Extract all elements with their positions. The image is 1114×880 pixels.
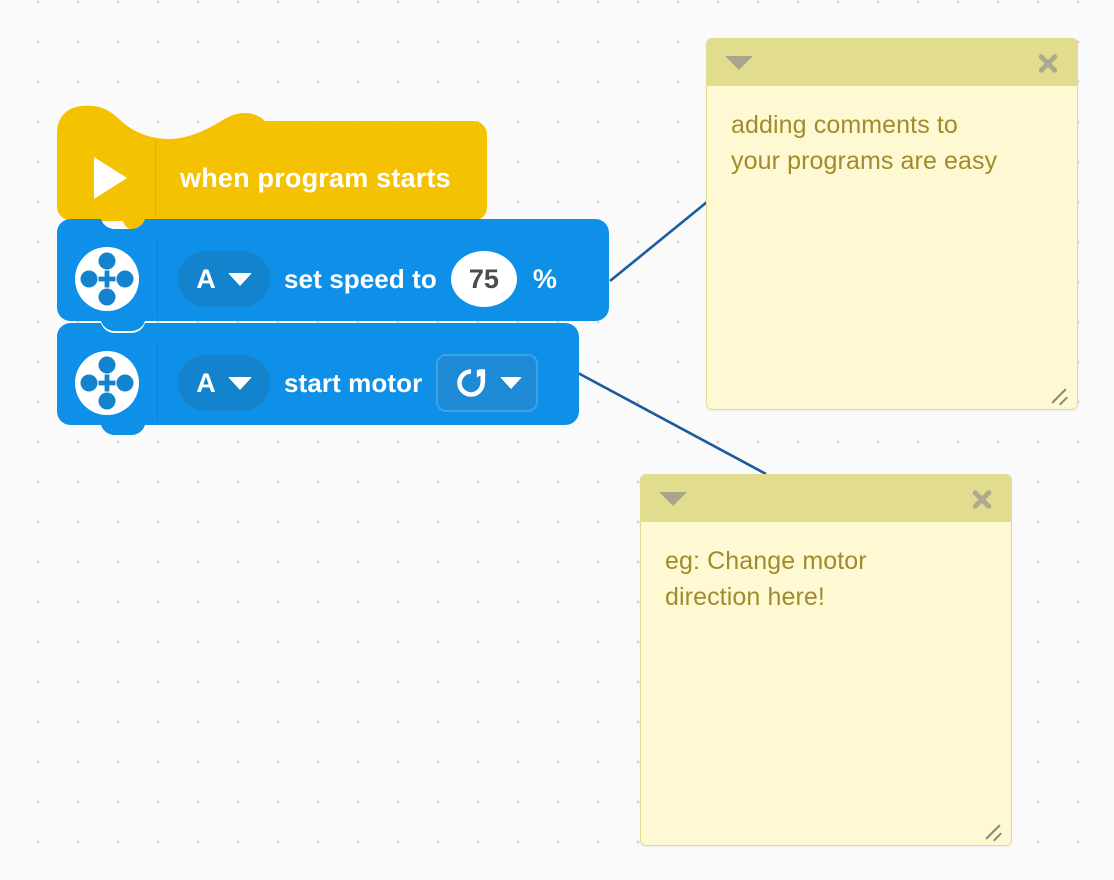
direction-dropdown[interactable] (436, 354, 539, 412)
motor-icon-wrap-start (57, 350, 157, 416)
resize-grip-icon[interactable] (981, 817, 1003, 842)
comment-header[interactable] (641, 475, 1011, 522)
comment-text[interactable]: eg: Change motor direction here! (665, 544, 989, 615)
motor-icon (75, 247, 139, 311)
motor-icon-wrap-speed (57, 246, 157, 312)
comment-body[interactable]: eg: Change motor direction here! (641, 522, 1011, 845)
port-dropdown-speed[interactable]: A (178, 251, 270, 307)
close-icon[interactable] (1035, 50, 1061, 76)
block-divider (155, 139, 156, 217)
speed-value-input[interactable]: 75 (450, 251, 517, 307)
comment-box[interactable]: adding comments to your programs are eas… (706, 38, 1078, 410)
close-icon[interactable] (969, 486, 995, 512)
chevron-down-icon (227, 272, 252, 286)
comment-header[interactable] (707, 39, 1077, 86)
port-dropdown-value: A (196, 263, 216, 294)
block-divider (157, 240, 158, 318)
play-icon (93, 157, 127, 199)
chevron-down-icon[interactable] (659, 491, 687, 506)
motor-icon (75, 351, 139, 415)
block-canvas[interactable]: when program starts A set speed to 75 % … (0, 0, 1114, 880)
start-motor-label: start motor (284, 367, 423, 398)
rotate-clockwise-icon (457, 369, 486, 397)
comment-box[interactable]: eg: Change motor direction here! (640, 474, 1012, 846)
resize-grip-icon[interactable] (1047, 381, 1069, 406)
port-dropdown-motor[interactable]: A (178, 355, 270, 411)
chevron-down-icon (500, 377, 523, 389)
percent-unit-label: % (532, 263, 557, 294)
when-program-starts-label: when program starts (180, 162, 451, 193)
set-speed-label: set speed to (284, 263, 437, 294)
play-icon-wrap (59, 157, 155, 199)
port-dropdown-value: A (196, 367, 216, 398)
chevron-down-icon (227, 376, 252, 390)
chevron-down-icon[interactable] (725, 55, 753, 70)
comment-text[interactable]: adding comments to your programs are eas… (731, 108, 1055, 179)
block-divider (157, 344, 158, 422)
connector-line-speed-comment (609, 200, 708, 283)
comment-body[interactable]: adding comments to your programs are eas… (707, 86, 1077, 409)
